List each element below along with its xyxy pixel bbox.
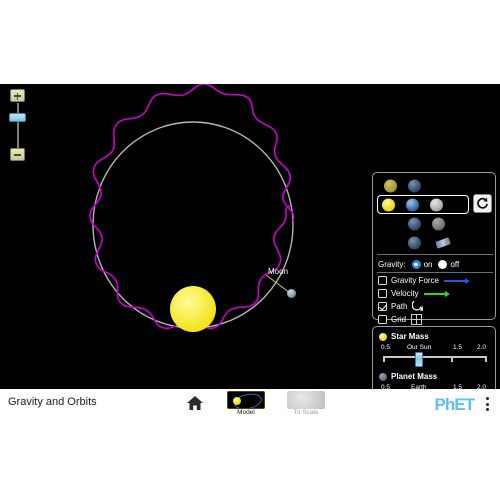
earth-icon bbox=[408, 217, 421, 230]
to-scale-thumbnail bbox=[287, 391, 325, 409]
navigation-bar: Gravity and Orbits Model To Scale PhET bbox=[0, 389, 500, 419]
star-tick-0: 0.5 bbox=[381, 344, 391, 351]
star-mass-slider[interactable]: 0.5 Our Sun 1.5 2.0 bbox=[381, 344, 489, 370]
star-mass-thumb[interactable] bbox=[415, 352, 423, 367]
kebab-dot bbox=[486, 408, 489, 411]
grid-label: Grid bbox=[391, 315, 407, 324]
home-glyph bbox=[187, 396, 203, 410]
page-title: Gravity and Orbits bbox=[8, 396, 97, 408]
tab-to-scale[interactable]: To Scale bbox=[286, 391, 326, 416]
checkbox-row-velocity[interactable]: Velocity bbox=[378, 287, 494, 300]
velocity-checkbox[interactable] bbox=[378, 289, 387, 298]
gravity-toggle-row[interactable]: Gravity: on off bbox=[378, 258, 494, 271]
star-tickmark bbox=[451, 356, 453, 362]
planet-mass-header: Planet Mass bbox=[379, 372, 437, 381]
kebab-dot bbox=[486, 402, 489, 406]
blue-arrow-icon bbox=[444, 277, 471, 284]
moon-icon bbox=[432, 217, 445, 230]
star-mass-tick-labels: 0.5 Our Sun 1.5 2.0 bbox=[381, 344, 489, 353]
planet-icon bbox=[379, 372, 387, 381]
tab-model-label: Model bbox=[237, 409, 255, 416]
gravity-off-label: off bbox=[450, 260, 460, 269]
gravity-force-label: Gravity Force bbox=[391, 276, 440, 285]
sun-icon bbox=[384, 179, 397, 192]
satellite-icon bbox=[435, 236, 451, 249]
gravity-force-checkbox[interactable] bbox=[378, 276, 387, 285]
phet-logo-part2: ET bbox=[454, 395, 475, 414]
mode-selection-grid[interactable] bbox=[377, 176, 469, 252]
star-tickmark bbox=[383, 356, 385, 362]
planet-mass-title: Planet Mass bbox=[391, 372, 438, 381]
checkbox-row-grid[interactable]: Grid bbox=[378, 313, 494, 326]
star-mass-title: Star Mass bbox=[391, 332, 429, 341]
velocity-label: Velocity bbox=[391, 289, 419, 298]
panel-divider bbox=[377, 254, 493, 255]
star-mass-header: Star Mass bbox=[379, 332, 429, 341]
model-thumbnail bbox=[227, 391, 265, 409]
star-tick-3: 2.0 bbox=[477, 344, 487, 351]
green-arrow-icon bbox=[423, 290, 450, 297]
reset-arrow-icon[interactable] bbox=[473, 194, 492, 213]
tab-model[interactable]: Model bbox=[226, 391, 266, 416]
earth-icon bbox=[408, 236, 421, 249]
path-curve-icon bbox=[412, 301, 424, 311]
moon-icon bbox=[430, 198, 443, 211]
reset-arrow-glyph bbox=[477, 197, 488, 209]
mode-option-earth-moon[interactable] bbox=[377, 214, 469, 233]
home-icon[interactable] bbox=[186, 395, 204, 411]
gravity-on-label: on bbox=[423, 260, 433, 269]
simulation-root: Moon Gravity: on off Gravity Force Veloc… bbox=[0, 0, 500, 500]
star-tick-2: 1.5 bbox=[453, 344, 463, 351]
gravity-off-radio[interactable] bbox=[438, 260, 448, 269]
mode-option-earth-satellite[interactable] bbox=[377, 233, 469, 252]
earth-icon bbox=[408, 179, 421, 192]
sun-body[interactable] bbox=[170, 286, 216, 332]
mass-control-panel: Star Mass 0.5 Our Sun 1.5 2.0 Planet Mas… bbox=[372, 326, 496, 389]
simulation-canvas[interactable]: Moon Gravity: on off Gravity Force Veloc… bbox=[0, 84, 500, 389]
kebab-menu-icon[interactable] bbox=[486, 397, 490, 413]
checkbox-row-path[interactable]: Path bbox=[378, 300, 494, 313]
path-label: Path bbox=[391, 302, 408, 311]
panel-divider bbox=[377, 272, 493, 273]
star-tick-1: Our Sun bbox=[407, 344, 432, 351]
sun-icon bbox=[382, 198, 395, 211]
gravity-on-radio[interactable] bbox=[411, 260, 421, 269]
kebab-dot bbox=[486, 397, 489, 400]
moon-label: Moon bbox=[268, 267, 289, 276]
phet-logo-part1: Ph bbox=[434, 395, 456, 414]
control-panel: Gravity: on off Gravity Force Velocity P… bbox=[372, 172, 496, 325]
checkbox-row-gravity-force[interactable]: Gravity Force bbox=[378, 274, 494, 287]
phet-logo[interactable]: PhET bbox=[434, 395, 475, 414]
orbit-line-decoration bbox=[232, 392, 264, 408]
earth-icon bbox=[406, 198, 419, 211]
tab-to-scale-label: To Scale bbox=[293, 409, 319, 416]
grid-checkbox[interactable] bbox=[378, 315, 387, 324]
star-icon bbox=[379, 332, 387, 341]
mode-option-sun-earth[interactable] bbox=[377, 176, 469, 195]
gravity-label: Gravity: bbox=[378, 260, 406, 269]
mode-option-sun-earth-moon[interactable] bbox=[377, 195, 469, 214]
star-tickmark bbox=[485, 356, 487, 362]
grid-icon bbox=[411, 314, 423, 325]
moon-body[interactable] bbox=[287, 289, 296, 298]
path-checkbox[interactable] bbox=[378, 302, 387, 311]
star-mass-track[interactable] bbox=[383, 356, 487, 358]
